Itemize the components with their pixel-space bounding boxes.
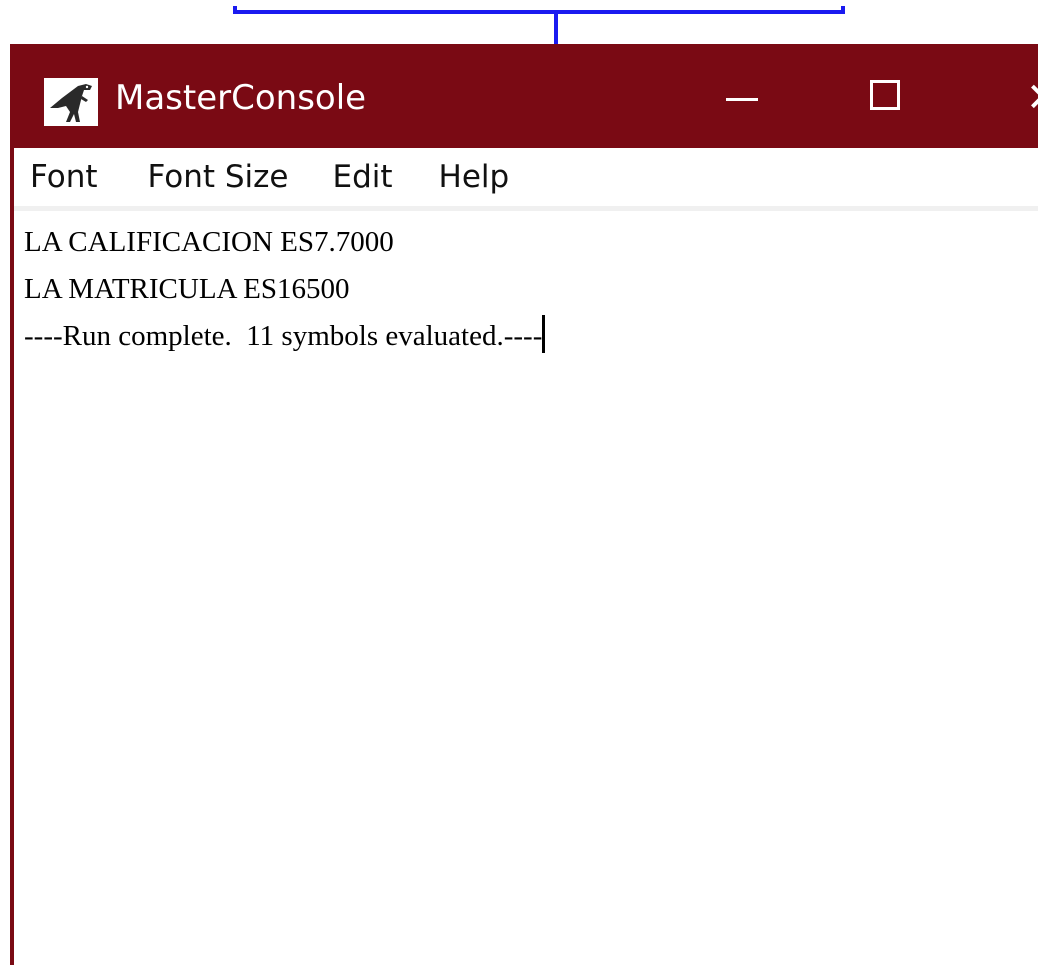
menu-edit[interactable]: Edit bbox=[332, 155, 392, 199]
window-title: MasterConsole bbox=[115, 78, 367, 118]
trex-icon[interactable] bbox=[44, 78, 98, 126]
flowchart-connector-horizontal bbox=[233, 10, 845, 14]
console-line-text: ----Run complete. 11 symbols evaluated.-… bbox=[24, 320, 543, 352]
console-line: LA MATRICULA ES16500 bbox=[24, 273, 350, 305]
maximize-button[interactable] bbox=[854, 68, 914, 128]
minimize-icon bbox=[726, 98, 758, 101]
flowchart-connector-right-tick bbox=[841, 6, 845, 14]
console-line: LA CALIFICACION ES7.7000 bbox=[24, 226, 394, 258]
flowchart-connector-vertical bbox=[554, 12, 558, 46]
menu-bar: Font Font Size Edit Help bbox=[14, 148, 1038, 211]
text-caret bbox=[542, 315, 546, 353]
minimize-button[interactable] bbox=[712, 68, 772, 128]
desktop-stage: MasterConsole ✕ Font Font Size Edit Help… bbox=[0, 0, 1038, 965]
menu-help[interactable]: Help bbox=[439, 155, 510, 199]
console-line-last: ----Run complete. 11 symbols evaluated.-… bbox=[24, 313, 1038, 360]
close-button[interactable]: ✕ bbox=[1010, 68, 1038, 128]
console-output[interactable]: LA CALIFICACION ES7.7000 LA MATRICULA ES… bbox=[14, 211, 1038, 965]
close-icon: ✕ bbox=[1026, 74, 1038, 122]
menu-font[interactable]: Font bbox=[30, 155, 98, 199]
title-bar[interactable]: MasterConsole ✕ bbox=[14, 44, 1038, 148]
master-console-window: MasterConsole ✕ Font Font Size Edit Help… bbox=[10, 44, 1038, 965]
window-client-area: Font Font Size Edit Help LA CALIFICACION… bbox=[14, 148, 1038, 965]
menu-font-size[interactable]: Font Size bbox=[148, 155, 289, 199]
maximize-icon bbox=[870, 80, 900, 110]
